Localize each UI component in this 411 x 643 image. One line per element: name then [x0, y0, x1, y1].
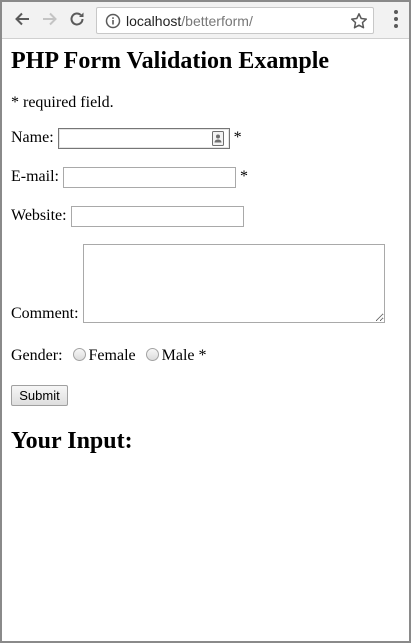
comment-label: Comment:: [11, 305, 79, 322]
gender-male-label[interactable]: Male: [162, 347, 195, 364]
submit-button[interactable]: Submit: [11, 385, 68, 406]
address-bar[interactable]: localhost/betterform/: [96, 7, 374, 34]
email-required-marker: *: [239, 168, 248, 186]
arrow-left-icon: [15, 12, 29, 26]
url-host: localhost: [126, 13, 182, 29]
comment-textarea[interactable]: [82, 244, 385, 323]
website-input[interactable]: [70, 206, 244, 227]
address-url[interactable]: localhost/betterform/: [126, 13, 253, 29]
gender-female-label[interactable]: Female: [89, 347, 136, 364]
email-label: E-mail:: [11, 168, 59, 186]
back-button[interactable]: [11, 8, 33, 30]
browser-window: localhost/betterform/ PHP Form Validatio…: [0, 0, 411, 643]
results-title: Your Input:: [11, 428, 133, 454]
email-row: E-mail: *: [11, 167, 248, 188]
website-label: Website:: [11, 207, 67, 225]
url-path: /betterform/: [181, 13, 253, 29]
name-label: Name:: [11, 129, 54, 147]
forward-button[interactable]: [39, 8, 61, 30]
name-input[interactable]: [57, 128, 230, 149]
page-title: PHP Form Validation Example: [11, 48, 330, 74]
required-note: * required field.: [11, 94, 114, 111]
gender-female-radio[interactable]: [72, 348, 86, 362]
gender-required-marker: *: [198, 347, 207, 364]
contact-card-icon[interactable]: [211, 131, 224, 146]
reload-icon: [70, 12, 84, 26]
menu-dot-icon: [394, 10, 398, 14]
website-row: Website:: [11, 206, 244, 227]
gender-male-radio[interactable]: [145, 348, 159, 362]
menu-dot-icon: [394, 17, 398, 21]
info-icon[interactable]: [105, 13, 121, 29]
reload-button[interactable]: [66, 8, 88, 30]
name-required-marker: *: [233, 129, 242, 147]
star-icon[interactable]: [350, 12, 368, 30]
comment-row: Comment:: [11, 244, 385, 323]
gender-row: Gender: Female Male *: [11, 347, 207, 365]
email-input[interactable]: [62, 167, 236, 188]
menu-button[interactable]: [393, 10, 399, 30]
browser-toolbar: localhost/betterform/: [2, 2, 409, 39]
name-row: Name: *: [11, 128, 242, 149]
gender-label: Gender:: [11, 347, 63, 364]
name-field-wrap: [57, 128, 230, 149]
arrow-right-icon: [43, 12, 57, 26]
menu-dot-icon: [394, 24, 398, 28]
